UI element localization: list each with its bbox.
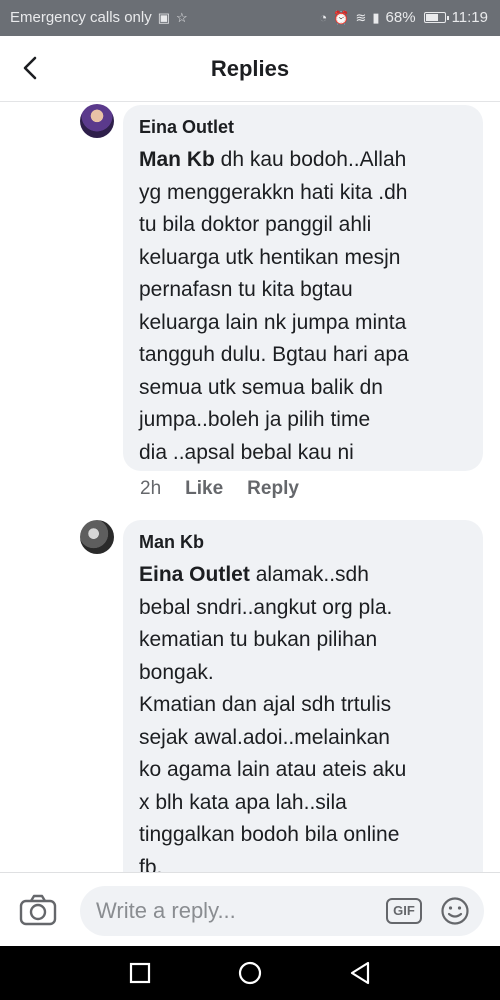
comment-body: dh kau bodoh..Allah yg menggerakkn hati … (139, 148, 409, 464)
comment-body: alamak..sdh bebal sndri..angkut org pla.… (139, 563, 407, 872)
comment-bubble[interactable]: Eina Outlet Man Kb dh kau bodoh..Allah y… (123, 105, 483, 471)
camera-icon (19, 894, 57, 926)
home-button[interactable] (237, 960, 263, 986)
facebook-notification-icon: ▣ (157, 9, 171, 25)
emoji-button[interactable] (440, 896, 470, 926)
comment-actions: 2h Like Reply (140, 478, 299, 500)
page-title: Replies (210, 56, 290, 81)
replies-thread[interactable]: Eina Outlet Man Kb dh kau bodoh..Allah y… (0, 102, 500, 872)
star-notification-icon: ☆ (176, 9, 188, 25)
battery-fill (425, 14, 438, 21)
comment-text: Man Kb dh kau bodoh..Allah yg menggerakk… (139, 144, 467, 469)
status-right: ◔ ⏰ ≋ ▮ 68% 11:19 (319, 9, 488, 26)
wifi-icon: ≋ (355, 9, 367, 25)
smiley-icon (441, 897, 469, 925)
mention-link[interactable]: Man Kb (139, 148, 215, 171)
mention-link[interactable]: Eina Outlet (139, 563, 250, 586)
back-nav-button[interactable] (347, 960, 373, 986)
reply-input-container[interactable]: GIF (80, 886, 484, 936)
triangle-back-icon (350, 961, 370, 985)
gif-button[interactable]: GIF (386, 898, 422, 924)
reply-button[interactable]: Reply (247, 478, 299, 500)
battery-icon (423, 12, 449, 23)
comment-author[interactable]: Man Kb (139, 532, 467, 553)
circle-icon (238, 961, 262, 985)
system-navigation-bar (0, 946, 500, 1000)
signal-icon: ▮ (372, 9, 380, 25)
battery-percent: 68% (385, 9, 416, 26)
avatar[interactable] (80, 520, 114, 554)
comment-text: Eina Outlet alamak..sdh bebal sndri..ang… (139, 559, 467, 872)
recents-button[interactable] (127, 960, 153, 986)
alarm-icon: ⏰ (333, 9, 350, 25)
camera-button[interactable] (18, 893, 58, 927)
avatar[interactable] (80, 104, 114, 138)
headset-icon: ◔ (319, 10, 328, 25)
comment-author[interactable]: Eina Outlet (139, 117, 467, 138)
clock: 11:19 (451, 9, 488, 26)
status-bar: Emergency calls only ▣ ☆ ◔ ⏰ ≋ ▮ 68% 11:… (0, 0, 500, 36)
square-icon (129, 962, 151, 984)
reply-input[interactable] (96, 886, 366, 936)
status-left: Emergency calls only ▣ ☆ (10, 9, 188, 26)
top-bar: Replies (0, 36, 500, 102)
carrier-text: Emergency calls only (10, 9, 152, 26)
comment-bubble[interactable]: Man Kb Eina Outlet alamak..sdh bebal snd… (123, 520, 483, 872)
like-button[interactable]: Like (185, 478, 223, 500)
reply-composer: GIF (0, 872, 500, 946)
comment-time: 2h (140, 478, 162, 499)
